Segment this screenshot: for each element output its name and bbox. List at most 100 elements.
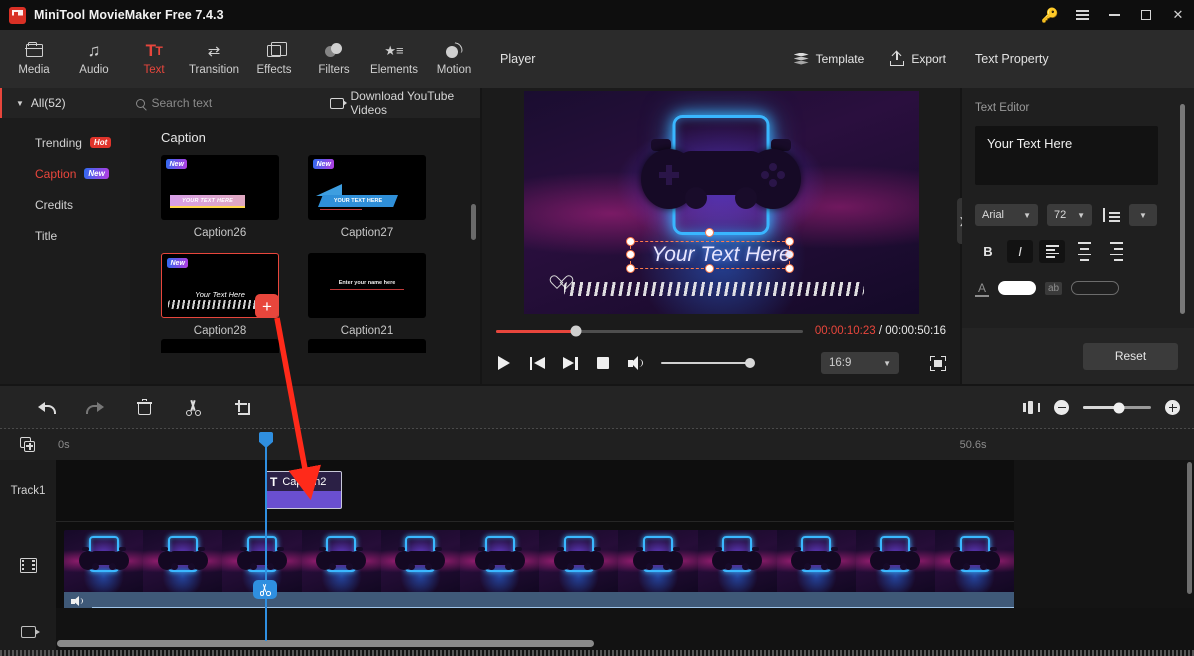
maximize-icon[interactable]	[1130, 0, 1162, 30]
text-track-lane[interactable]: T Caption2	[56, 460, 1014, 522]
italic-button[interactable]: I	[1007, 240, 1033, 263]
fit-timeline-icon[interactable]	[1023, 401, 1040, 414]
rotate-handle[interactable]	[704, 227, 714, 237]
tab-transition[interactable]: ⇄ Transition	[184, 33, 244, 85]
tab-audio[interactable]: ♫ Audio	[64, 33, 124, 85]
category-label: Caption	[35, 166, 77, 181]
split-button[interactable]	[169, 393, 218, 423]
all-filter-dropdown[interactable]: ▼ All(52)	[0, 88, 120, 118]
tab-filters[interactable]: Filters	[304, 33, 364, 85]
template-name: Caption26	[193, 227, 247, 239]
redo-button[interactable]	[71, 393, 120, 423]
font-size-dropdown[interactable]: 72 ▼	[1047, 204, 1092, 226]
search-input[interactable]: Search text	[120, 96, 330, 110]
add-to-timeline-button[interactable]: +	[255, 294, 278, 317]
tab-media[interactable]: Media	[4, 33, 64, 85]
font-family-dropdown[interactable]: Arial ▼	[975, 204, 1038, 226]
stop-button[interactable]	[595, 355, 611, 371]
reset-button[interactable]: Reset	[1083, 342, 1178, 370]
video-preview[interactable]: Your Text Here	[523, 90, 919, 314]
scissors-icon	[259, 583, 271, 596]
license-key-icon[interactable]: 🔑	[1034, 0, 1066, 30]
tab-elements[interactable]: ★≡ Elements	[364, 33, 424, 85]
app-logo-icon	[9, 6, 26, 24]
motion-icon	[445, 41, 464, 60]
category-title[interactable]: Title	[0, 220, 130, 251]
category-credits[interactable]: Credits	[0, 189, 130, 220]
template-label: Template	[815, 52, 865, 66]
previous-frame-button[interactable]	[529, 355, 545, 371]
minimize-icon[interactable]	[1098, 0, 1130, 30]
undo-button[interactable]	[22, 393, 71, 423]
timeline-ruler[interactable]: 0s 50.6s	[0, 429, 1194, 460]
play-button[interactable]	[496, 355, 512, 371]
timeline-horizontal-scrollbar[interactable]	[57, 640, 594, 647]
category-caption[interactable]: Caption New	[0, 158, 130, 189]
library-grid[interactable]: Caption New YOUR TEXT HERE Caption26 New…	[130, 118, 480, 384]
text-color-icon[interactable]: A	[975, 281, 989, 297]
volume-slider[interactable]	[661, 358, 755, 368]
text-color-swatch[interactable]	[998, 281, 1036, 295]
zoom-in-button[interactable]	[1165, 400, 1180, 415]
tab-motion[interactable]: Motion	[424, 33, 484, 85]
add-track-icon[interactable]	[0, 436, 56, 453]
tab-label: Elements	[370, 64, 418, 77]
clip-volume-icon[interactable]	[71, 595, 84, 607]
tab-text[interactable]: TT Text	[124, 33, 184, 85]
text-outline-icon[interactable]: ab	[1045, 281, 1063, 295]
category-trending[interactable]: Trending Hot	[0, 127, 130, 158]
text-clip[interactable]: T Caption2	[265, 471, 342, 509]
seek-bar[interactable]	[496, 325, 803, 337]
heart-decoration-icon	[551, 276, 565, 288]
seek-handle[interactable]	[570, 325, 582, 337]
close-icon[interactable]: ✕	[1162, 0, 1194, 30]
template-thumbnail[interactable]	[308, 339, 426, 353]
align-left-button[interactable]	[1039, 240, 1065, 263]
template-card[interactable]: New YOUR TEXT HERE Caption27	[308, 155, 426, 239]
video-clip[interactable]	[64, 530, 1014, 592]
template-button[interactable]: Template	[793, 52, 865, 66]
resize-handle[interactable]	[625, 249, 635, 259]
zoom-out-button[interactable]	[1054, 400, 1069, 415]
property-scrollbar[interactable]	[1180, 104, 1185, 314]
bold-button[interactable]: B	[975, 240, 1001, 263]
line-spacing-icon[interactable]	[1103, 208, 1120, 222]
volume-handle[interactable]	[745, 358, 755, 368]
track-lanes[interactable]: T Caption2	[56, 460, 1194, 656]
tab-effects[interactable]: Effects	[244, 33, 304, 85]
align-right-button[interactable]	[1103, 240, 1129, 263]
template-name: Caption28	[193, 325, 247, 337]
export-button[interactable]: Export	[890, 52, 946, 66]
zoom-slider[interactable]	[1083, 402, 1151, 413]
download-youtube-button[interactable]: Download YouTube Videos	[329, 89, 480, 117]
tab-label: Audio	[79, 64, 109, 77]
aspect-ratio-dropdown[interactable]: 16:9 ▼	[821, 352, 899, 374]
playhead[interactable]	[253, 432, 277, 641]
next-frame-button[interactable]	[562, 355, 578, 371]
timeline-zoom-controls	[1023, 400, 1194, 415]
library-scrollbar[interactable]	[471, 204, 476, 240]
tab-label: Text	[143, 64, 165, 77]
menu-icon[interactable]	[1066, 0, 1098, 30]
text-input[interactable]	[975, 126, 1158, 185]
volume-icon[interactable]	[628, 355, 644, 371]
empty-track-lane[interactable]	[56, 608, 1194, 656]
template-card-selected[interactable]: New Your Text Here + Caption28	[161, 253, 279, 337]
template-card[interactable]: New YOUR TEXT HERE Caption26	[161, 155, 279, 239]
template-card[interactable]: Enter your name here Caption21	[308, 253, 426, 337]
delete-button[interactable]	[120, 393, 169, 423]
crop-button[interactable]	[218, 393, 267, 423]
split-at-playhead-button[interactable]	[253, 580, 277, 599]
line-spacing-dropdown[interactable]: ▼	[1129, 204, 1157, 226]
fullscreen-icon[interactable]	[930, 355, 946, 371]
library-header: ▼ All(52) Search text Download YouTube V…	[0, 88, 480, 118]
resize-handle[interactable]	[625, 236, 635, 246]
timeline-vertical-scrollbar[interactable]	[1187, 462, 1192, 594]
resize-handle[interactable]	[625, 263, 635, 273]
template-thumbnail[interactable]	[161, 339, 279, 353]
zoom-handle[interactable]	[1113, 402, 1125, 413]
timecode: 00:00:10:23 / 00:00:50:16	[815, 325, 946, 337]
outline-color-swatch[interactable]	[1071, 281, 1120, 295]
align-center-button[interactable]	[1071, 240, 1097, 263]
video-track-lane[interactable]	[56, 522, 1014, 610]
